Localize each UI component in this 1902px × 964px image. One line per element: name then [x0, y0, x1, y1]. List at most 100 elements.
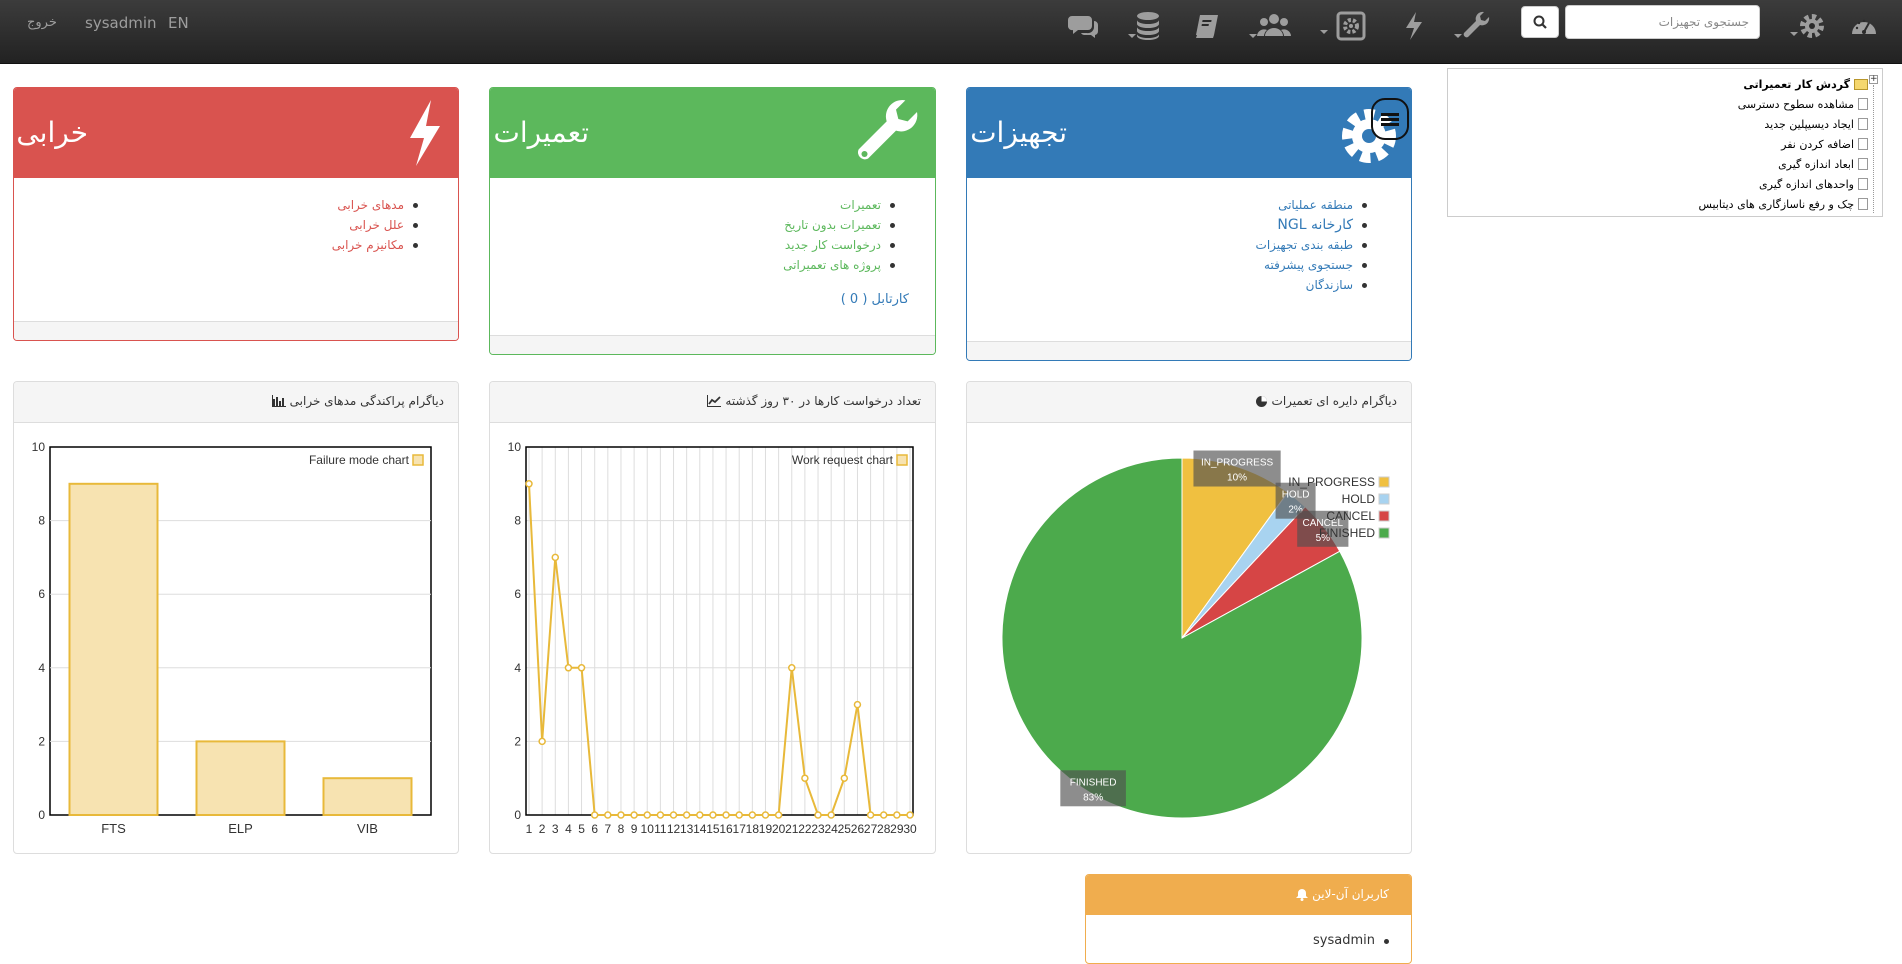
- repairs-link-projects[interactable]: پروژه های تعمیراتی: [783, 258, 881, 272]
- data-point: [735, 811, 743, 819]
- tree-item[interactable]: واحدهای اندازه گیری: [1759, 175, 1868, 193]
- failure-links: مدهای خرابی علل خرابی مکانیزم خرابی: [332, 195, 419, 255]
- tree-item-label: ابعاد اندازه گیری: [1778, 157, 1854, 171]
- bar: [68, 482, 159, 817]
- data-point: [748, 811, 757, 819]
- data-point: [853, 700, 862, 709]
- tree-item[interactable]: اضافه کردن نفر: [1781, 135, 1868, 153]
- failure-link-mechanism[interactable]: مکانیزم خرابی: [332, 238, 404, 252]
- file-icon: [1858, 198, 1868, 210]
- x-tick-label: 7: [604, 822, 611, 836]
- repairs-link-undated[interactable]: تعمیرات بدون تاریخ: [784, 218, 881, 232]
- y-tick-label: 4: [38, 661, 45, 675]
- x-tick-label: 2: [539, 822, 546, 836]
- failure-panel-heading: خرابی: [14, 88, 458, 178]
- settings-box-icon[interactable]: [1336, 8, 1366, 44]
- online-user-item: sysadmin: [1313, 933, 1389, 948]
- data-point: [893, 811, 901, 819]
- user-link[interactable]: sysadmin: [85, 14, 157, 32]
- kartabl-link[interactable]: کارتابل ( 0 ): [841, 292, 909, 307]
- users-icon[interactable]: [1257, 8, 1291, 44]
- bolt-icon[interactable]: [1402, 8, 1426, 44]
- repairs-panel-heading: تعمیرات: [490, 88, 935, 178]
- tree-item[interactable]: ایجاد دیسیپلین جدید: [1764, 115, 1868, 133]
- x-tick-label: 13: [680, 822, 694, 836]
- file-icon: [1858, 178, 1868, 190]
- plot-frame: [525, 446, 914, 816]
- equipment-link-zone[interactable]: منطقه عملیاتی: [1278, 198, 1353, 212]
- x-tick-label: 22: [798, 822, 812, 836]
- failure-mode-bar-chart: 0 2 4 6 8 10 FTS ELP VIB Failure mode chart: [32, 440, 432, 836]
- legend-label: Work request chart: [792, 453, 894, 467]
- failure-panel-footer: [14, 321, 458, 340]
- chart-title: تعداد درخواست کارها در ۳۰ روز گذشته: [725, 394, 921, 408]
- x-tick-label: 23: [811, 822, 825, 836]
- bolt-icon: [404, 98, 444, 172]
- dashboard-icon[interactable]: [1850, 8, 1878, 44]
- data-point: [590, 811, 599, 819]
- x-tick-label: FTS: [101, 821, 126, 836]
- data-point: [801, 774, 809, 782]
- failure-link-modes[interactable]: مدهای خرابی: [337, 198, 404, 212]
- y-tick-label: 10: [508, 440, 522, 454]
- equipment-panel-heading: تجهیزات: [967, 88, 1411, 178]
- equipment-link-classification[interactable]: طبقه بندی تجهیزات: [1256, 238, 1353, 252]
- failure-link-causes[interactable]: علل خرابی: [349, 218, 404, 232]
- equipment-link-manufacturers[interactable]: سازندگان: [1306, 278, 1353, 292]
- tree-expand-icon[interactable]: +: [1869, 75, 1878, 84]
- x-tick-label: 10: [641, 822, 655, 836]
- x-tick-label: VIB: [357, 821, 378, 836]
- gear-icon[interactable]: [1797, 8, 1827, 44]
- legend-label: HOLD: [1342, 492, 1376, 506]
- logout-link[interactable]: خروج: [27, 15, 57, 30]
- legend-label: Failure mode chart: [309, 453, 410, 467]
- wrench-icon[interactable]: [1462, 8, 1492, 44]
- top-navbar: EN sysadmin خروج: [0, 0, 1902, 64]
- tree-item-label: اضافه کردن نفر: [1781, 137, 1854, 151]
- data-point: [814, 811, 822, 819]
- data-point: [564, 664, 573, 672]
- equipment-link-advanced-search[interactable]: جستجوی پیشرفته: [1264, 258, 1353, 272]
- x-tick-label: 1: [526, 822, 533, 836]
- x-tick-label: 29: [890, 822, 904, 836]
- tree-item-label: چک و رفع ناسازگاری های دیتابیس: [1698, 197, 1854, 211]
- file-icon: [1858, 158, 1868, 170]
- repairs-link-new-request[interactable]: درخواست کار جدید: [785, 238, 881, 252]
- bar-chart-icon: [271, 395, 286, 407]
- x-tick-label: 3: [552, 822, 559, 836]
- tree-item[interactable]: مشاهده سطوح دسترسی: [1738, 95, 1868, 113]
- database-caret-icon: [1128, 34, 1136, 38]
- legend-swatch: [1378, 527, 1390, 539]
- chat-icon[interactable]: [1068, 8, 1100, 44]
- repairs-link-repairs[interactable]: تعمیرات: [840, 198, 881, 212]
- legend-label: FINISHED: [1319, 526, 1375, 540]
- data-point: [788, 664, 796, 672]
- tree-root[interactable]: گردش کار تعمیراتی: [1743, 75, 1868, 93]
- x-tick-label: 5: [578, 822, 585, 836]
- data-point: [827, 811, 835, 819]
- database-icon[interactable]: [1130, 8, 1162, 44]
- repairs-panel: تعمیرات تعمیرات تعمیرات بدون تاریخ درخوا…: [489, 87, 936, 355]
- language-link[interactable]: EN: [168, 14, 189, 32]
- equipment-search-input[interactable]: [1565, 5, 1760, 39]
- data-point: [879, 811, 888, 819]
- book-icon[interactable]: [1194, 8, 1222, 44]
- legend-swatch: [412, 454, 424, 466]
- file-icon: [1858, 118, 1868, 130]
- tree-item[interactable]: چک و رفع ناسازگاری های دیتابیس: [1699, 195, 1868, 213]
- gear-caret-icon: [1790, 32, 1798, 36]
- chart-title: دیاگرام دایره ای تعمیرات: [1271, 394, 1397, 408]
- failure-mode-chart-panel: دیاگرام پراکندگی مدهای خرابی 0 2 4 6 8 10 FTS E…: [13, 381, 459, 854]
- pie-chart-icon: [1255, 395, 1267, 407]
- tree-item[interactable]: ابعاد اندازه گیری: [1778, 155, 1868, 173]
- list-toggle-icon[interactable]: [1371, 98, 1409, 140]
- equipment-link-ngl[interactable]: کارخانه NGL: [1277, 217, 1353, 233]
- y-tick-label: 8: [514, 514, 521, 528]
- work-request-line-chart: 02468101 2 3 4 5 6 7 8 9 10 11 12 13 14 15 16 17 18 19 20 21…: [508, 440, 917, 836]
- data-point: [866, 811, 875, 819]
- data-point: [551, 553, 560, 562]
- data-point: [906, 811, 914, 819]
- search-button[interactable]: [1521, 6, 1559, 38]
- online-users-title: کاربران آن-لاین: [1312, 887, 1389, 901]
- x-tick-label: 15: [706, 822, 720, 836]
